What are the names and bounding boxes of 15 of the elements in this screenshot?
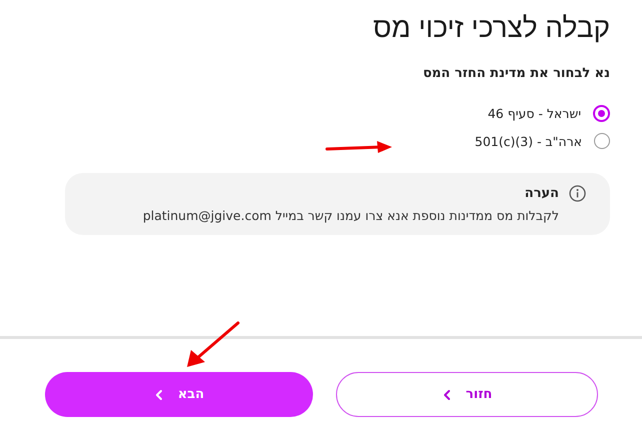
next-button[interactable]: הבא — [45, 372, 313, 417]
radio-button[interactable] — [593, 105, 610, 122]
option-section: 501(c)(3) — [474, 134, 533, 148]
back-button[interactable]: חזור — [336, 372, 598, 417]
option-label: ישראל - — [538, 106, 581, 121]
note-text: לקבלות מס ממדינות נוספת אנא צרו עמנו קשר במייל platinum@jgive.com — [142, 208, 559, 223]
chevron-icon — [154, 388, 164, 400]
page-title: קבלה לצרכי זיכוי מס — [372, 12, 610, 44]
note-title: הערה — [524, 186, 559, 201]
question-label: נא לבחור את מדינת החזר המס — [422, 66, 610, 81]
chevron-icon — [442, 388, 452, 400]
info-icon — [569, 185, 586, 202]
option-section: סעיף 46 — [488, 106, 534, 121]
radio-button[interactable] — [594, 133, 610, 149]
option-label: ארה"ב - — [536, 134, 582, 148]
